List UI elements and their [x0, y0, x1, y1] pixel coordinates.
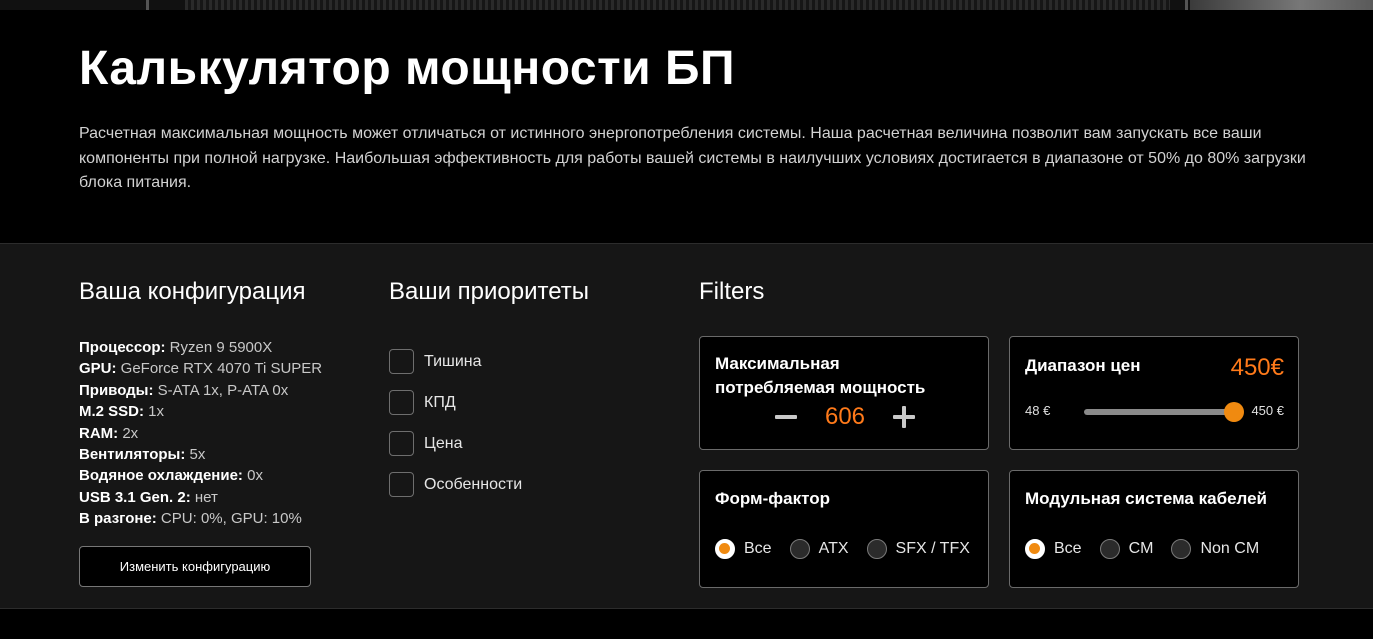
hero-section: Калькулятор мощности БП Расчетная максим… [0, 10, 1373, 243]
priority-checkbox[interactable] [389, 349, 414, 374]
form-factor-title: Форм-фактор [715, 489, 830, 508]
radio-label: Все [744, 540, 772, 557]
spec-value: нет [190, 488, 218, 506]
minus-button[interactable] [774, 401, 798, 433]
change-configuration-button[interactable]: Изменить конфигурацию [79, 546, 311, 587]
modular-cables-title: Модульная система кабелей [1025, 489, 1268, 508]
spec-value: S-ATA 1x, P-ATA 0x [153, 381, 289, 399]
plus-button[interactable] [892, 401, 916, 433]
priority-item[interactable]: Цена [389, 423, 522, 464]
price-range-title: Диапазон цен [1025, 356, 1141, 375]
radio-option[interactable]: Все [1025, 539, 1082, 559]
spec-row: Вентиляторы: 5x [79, 444, 322, 465]
spec-row: GPU: GeForce RTX 4070 Ti SUPER [79, 358, 322, 379]
price-slider[interactable] [1084, 402, 1244, 422]
spec-row: RAM: 2x [79, 423, 322, 444]
spec-label: В разгоне: [79, 510, 157, 528]
top-banner-strip [0, 0, 1373, 10]
slider-track [1084, 409, 1234, 415]
configuration-heading: Ваша конфигурация [79, 278, 306, 305]
spec-row: Водяное охлаждение: 0x [79, 465, 322, 486]
price-current-value: 450€ [1230, 354, 1284, 381]
spec-value: 1x [144, 403, 165, 421]
radio-button[interactable] [1025, 539, 1045, 559]
priority-item[interactable]: Особенности [389, 464, 522, 505]
banner-divider [146, 0, 149, 10]
radio-button[interactable] [866, 539, 887, 559]
banner-divider [1185, 0, 1188, 10]
priority-item[interactable]: Тишина [389, 341, 522, 382]
power-value: 606 [824, 403, 866, 430]
form-factor-card: Форм-фактор Все ATX SFX / TFX [699, 470, 989, 588]
spec-value: CPU: 0%, GPU: 10% [156, 510, 302, 528]
modular-cables-options: Все CM Non CM [1025, 539, 1277, 559]
price-range-card: Диапазон цен 450€ 48 € 450 € [1009, 336, 1299, 450]
page-description: Расчетная максимальная мощность может от… [79, 125, 1306, 191]
priorities-heading: Ваши приоритеты [389, 278, 590, 305]
max-power-title: Максимальная потребляемая мощность [715, 354, 926, 397]
priority-checkbox[interactable] [389, 472, 414, 497]
spec-label: USB 3.1 Gen. 2: [79, 488, 191, 506]
radio-button[interactable] [1171, 539, 1192, 559]
configuration-specs: Процессор: Ryzen 9 5900X GPU: GeForce RTX… [79, 337, 322, 530]
radio-label: ATX [818, 540, 849, 557]
price-max-label: 450 € [1251, 403, 1284, 418]
power-stepper: 606 [774, 401, 916, 433]
banner-image-right [1190, 0, 1373, 10]
priority-label: Тишина [424, 352, 482, 370]
priorities-list: Тишина КПД Цена Особенности [389, 341, 522, 505]
slider-handle[interactable] [1224, 402, 1244, 422]
page-title: Калькулятор мощности БП [79, 42, 735, 95]
spec-label: Водяное охлаждение: [79, 467, 243, 485]
spec-row: В разгоне: CPU: 0%, GPU: 10% [79, 508, 322, 529]
minus-icon [775, 415, 797, 419]
spec-value: Ryzen 9 5900X [165, 339, 273, 356]
spec-label: M.2 SSD: [79, 403, 145, 421]
priority-item[interactable]: КПД [389, 382, 522, 423]
radio-label: Все [1054, 540, 1082, 557]
page-bottom [0, 609, 1373, 639]
radio-label: SFX / TFX [895, 540, 970, 557]
spec-row: Процессор: Ryzen 9 5900X [79, 337, 322, 358]
spec-row: USB 3.1 Gen. 2: нет [79, 487, 322, 508]
spec-label: Процессор: [79, 339, 166, 356]
spec-row: Приводы: S-ATA 1x, P-ATA 0x [79, 380, 322, 401]
radio-label: CM [1128, 540, 1154, 557]
radio-option[interactable]: ATX [789, 539, 849, 559]
radio-option[interactable]: SFX / TFX [866, 539, 970, 559]
priority-checkbox[interactable] [389, 431, 414, 456]
configuration-panel: Ваша конфигурация Процессор: Ryzen 9 590… [0, 243, 1373, 609]
spec-label: Приводы: [79, 381, 154, 399]
radio-button[interactable] [1099, 539, 1120, 559]
priority-label: Цена [424, 434, 463, 452]
spec-value: 0x [242, 467, 263, 485]
radio-label: Non CM [1200, 540, 1260, 557]
radio-button[interactable] [789, 539, 810, 559]
form-factor-options: Все ATX SFX / TFX [715, 539, 988, 559]
max-power-card: Максимальная потребляемая мощность 606 [699, 336, 989, 450]
spec-value: GeForce RTX 4070 Ti SUPER [116, 360, 323, 378]
radio-button[interactable] [715, 539, 735, 559]
banner-image [185, 0, 1170, 10]
priority-checkbox[interactable] [389, 390, 414, 415]
spec-label: Вентиляторы: [79, 446, 186, 464]
priority-label: Особенности [424, 475, 523, 493]
spec-row: M.2 SSD: 1x [79, 401, 322, 422]
spec-label: RAM: [79, 424, 119, 442]
spec-value: 5x [185, 446, 206, 464]
spec-value: 2x [118, 424, 139, 442]
radio-option[interactable]: Все [715, 539, 772, 559]
modular-cables-card: Модульная система кабелей Все CM Non CM [1009, 470, 1299, 588]
filters-heading: Filters [699, 278, 765, 305]
radio-option[interactable]: CM [1099, 539, 1154, 559]
spec-label: GPU: [79, 360, 117, 378]
price-min-label: 48 € [1025, 403, 1051, 418]
radio-option[interactable]: Non CM [1171, 539, 1259, 559]
priority-label: КПД [424, 393, 456, 411]
